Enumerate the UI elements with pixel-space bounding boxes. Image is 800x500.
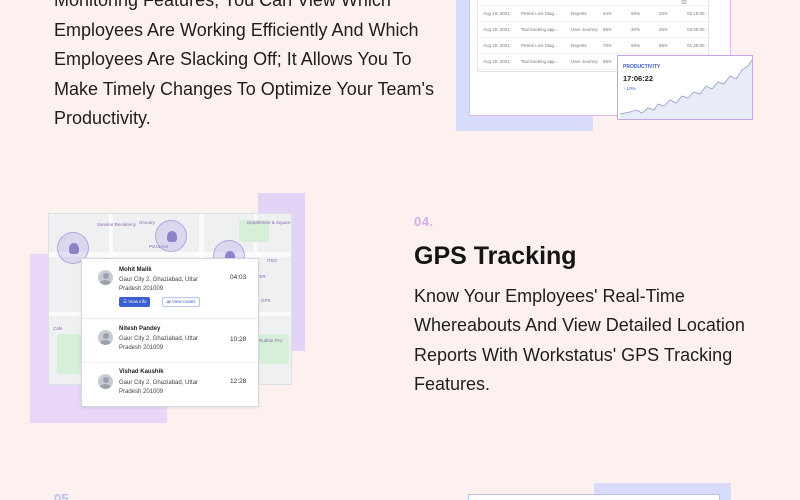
map-label: GPS xyxy=(261,298,271,303)
table-row: Aug 20, 2021 Petros Live Stag... Reports… xyxy=(478,38,708,54)
map-label: Department & Square xyxy=(247,220,291,225)
map-label: Cafe xyxy=(53,326,63,331)
map-label: Sanskar Residency xyxy=(97,222,136,227)
productivity-card: PRODUCTIVITY 17:06:22 ↑ 10% xyxy=(617,55,753,120)
view-routes-button[interactable]: ⇄ View routes xyxy=(162,297,201,307)
section-number: 04. xyxy=(414,214,434,229)
employee-name: Vishad Kaushik xyxy=(119,369,164,375)
table-row: Aug 20, 2021 Taxi booking app... User Jo… xyxy=(478,22,708,38)
section-title: GPS Tracking xyxy=(414,242,577,270)
feature-card xyxy=(468,494,720,500)
view-info-button[interactable]: ☰ View info xyxy=(119,297,151,307)
table-row: Aug 19, 2021 Petros Live Stag... Reports… xyxy=(478,6,708,22)
divider xyxy=(82,318,258,319)
section-description: Know Your Employees' Real-Time Whereabou… xyxy=(414,286,745,394)
productivity-label: PRODUCTIVITY xyxy=(623,64,661,70)
section-number: 05. xyxy=(54,491,73,500)
productivity-change: ↑ 10% xyxy=(623,86,636,91)
location-list-card: Mohit Malik Gaur City 2, Ghaziabad, Utta… xyxy=(81,258,259,407)
map-label: ITEO xyxy=(267,258,278,263)
employee-address: Gaur City 2, Ghaziabad, Uttar Pradesh 20… xyxy=(119,336,199,351)
top-section-description: Monitoring Features, You Can View Which … xyxy=(54,0,434,128)
employee-name: Nitesh Pandey xyxy=(119,326,161,332)
map-label: Grocery xyxy=(139,220,156,225)
location-time: 12:28 xyxy=(230,378,247,385)
map-label: Rubber Pro xyxy=(259,338,283,343)
divider xyxy=(82,362,258,363)
avatar xyxy=(98,374,113,389)
employee-address: Gaur City 2, Ghaziabad, Uttar Pradesh 20… xyxy=(119,380,199,395)
productivity-time: 17:06:22 xyxy=(623,74,654,83)
table-top-value: 32 xyxy=(681,0,687,6)
employee-name: Mohit Malik xyxy=(119,267,152,273)
map-location-pin[interactable] xyxy=(155,220,187,252)
location-time: 10:28 xyxy=(230,336,247,343)
location-time: 04:03 xyxy=(230,274,247,281)
avatar xyxy=(98,330,113,345)
employee-address: Gaur City 2, Ghaziabad, Uttar Pradesh 20… xyxy=(119,277,199,292)
avatar xyxy=(98,270,113,285)
